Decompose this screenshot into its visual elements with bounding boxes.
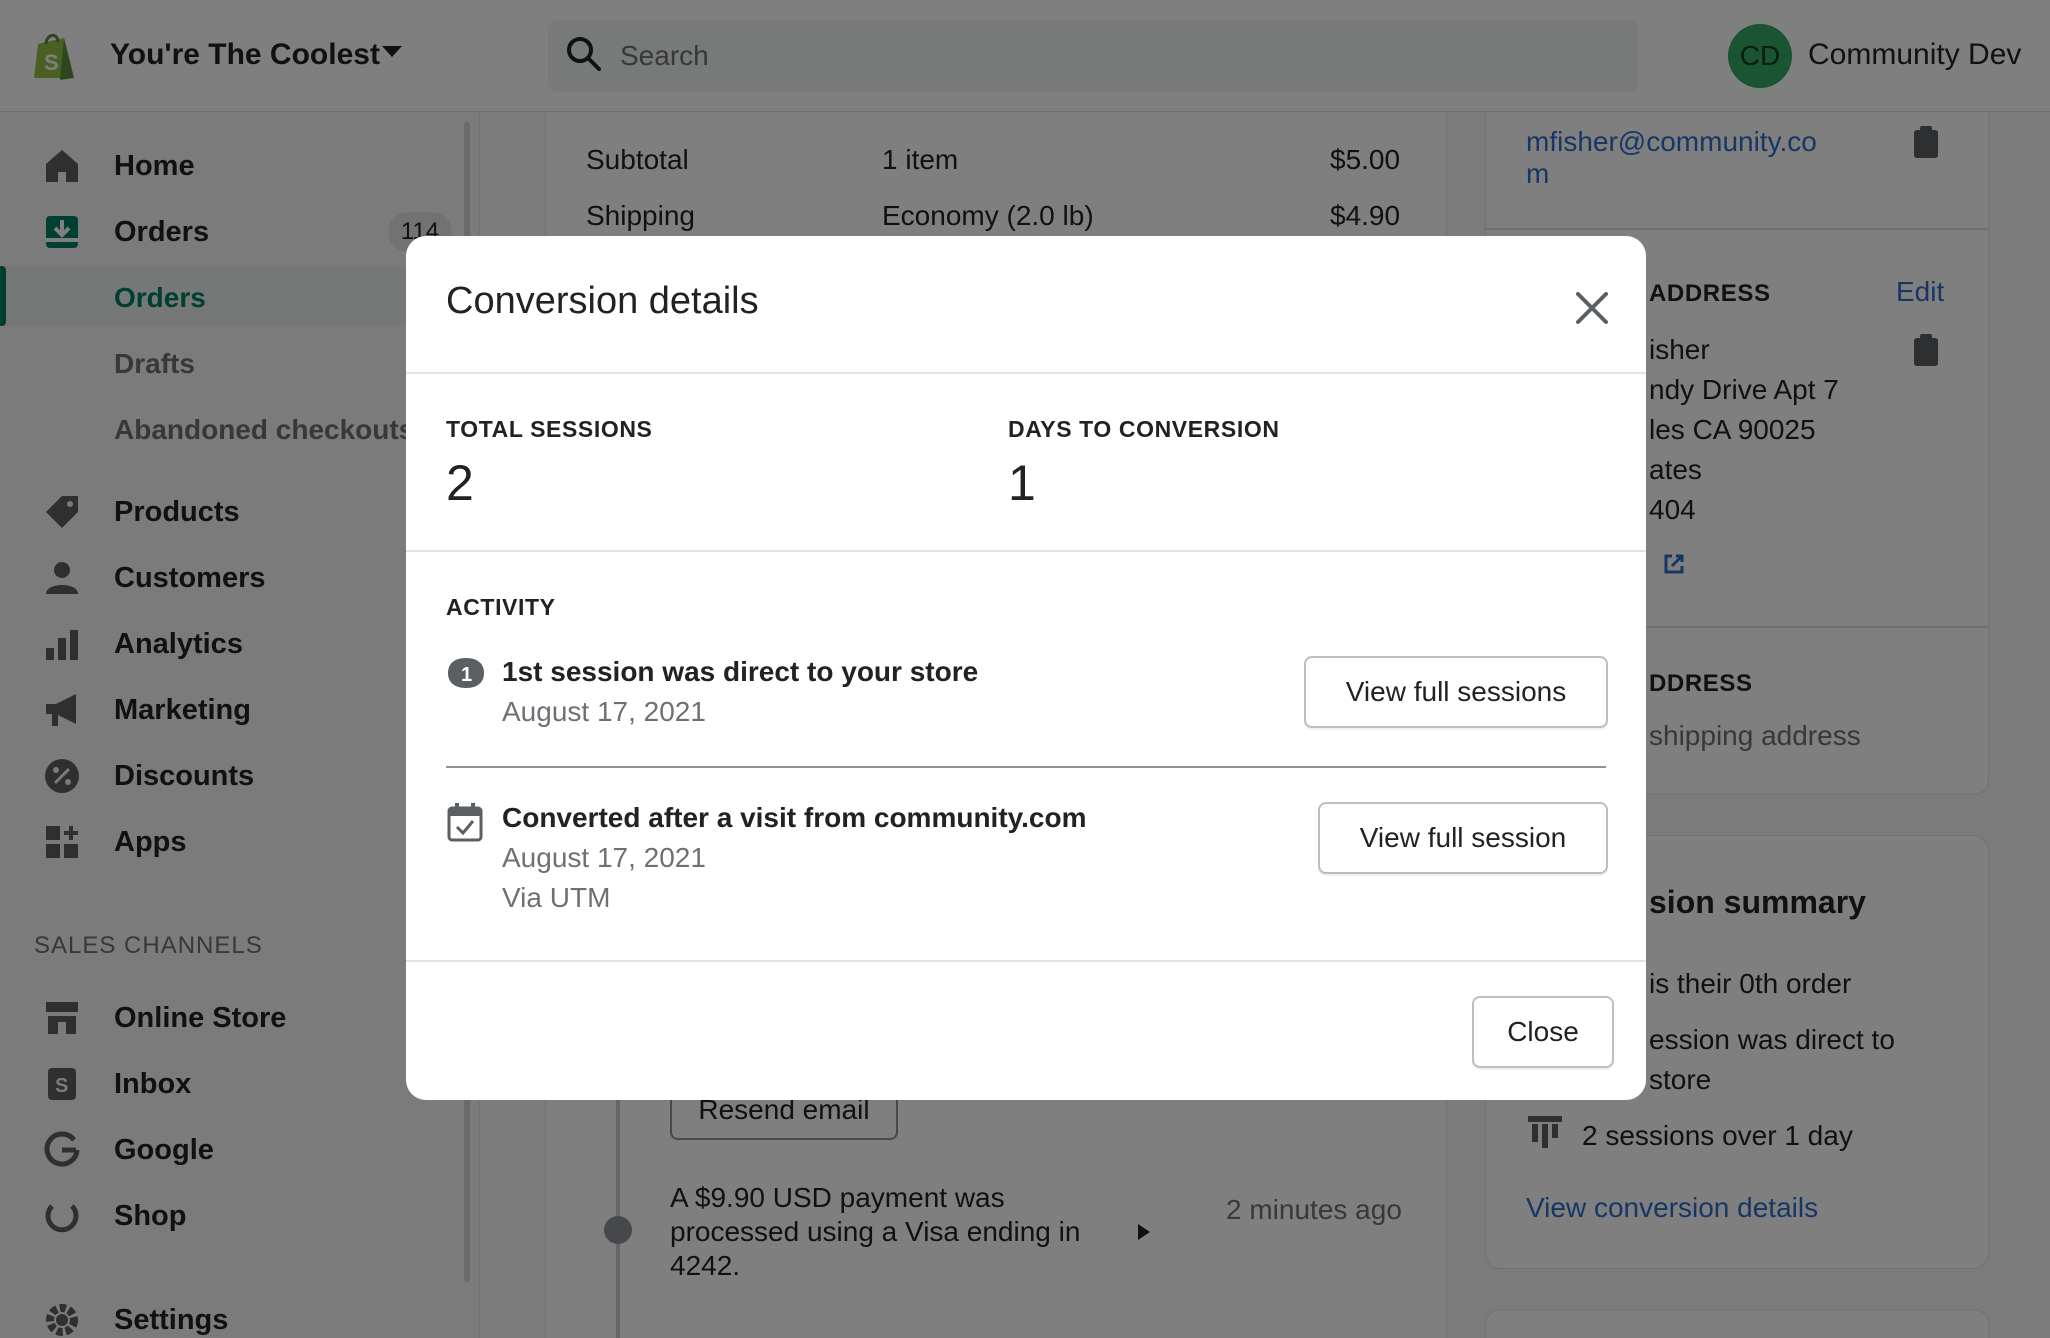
close-icon[interactable] [1564,280,1620,336]
view-full-sessions-button[interactable]: View full sessions [1304,656,1608,728]
modal-title: Conversion details [446,280,759,322]
calendar-check-icon [447,803,483,842]
activity-2-via: Via UTM [502,882,611,913]
stats-divider [406,550,1646,552]
view-full-session-button[interactable]: View full session [1318,802,1608,874]
days-to-conversion-label: DAYS TO CONVERSION [1008,416,1280,442]
activity-1-title: 1st session was direct to your store [502,656,979,687]
modal-footer-divider [406,960,1646,962]
session-number-icon: 1 [448,658,484,688]
activity-divider [446,766,1606,768]
total-sessions-label: TOTAL SESSIONS [446,416,653,442]
days-to-conversion-value: 1 [1008,455,1036,511]
activity-2-title: Converted after a visit from community.c… [502,802,1087,833]
conversion-details-modal: Conversion details TOTAL SESSIONS 2 DAYS… [406,236,1646,1100]
close-button[interactable]: Close [1472,996,1614,1068]
total-sessions-value: 2 [446,455,474,511]
svg-text:1: 1 [461,664,472,686]
activity-heading: ACTIVITY [446,594,556,620]
activity-2-date: August 17, 2021 [502,842,706,873]
modal-header-divider [406,372,1646,374]
activity-1-date: August 17, 2021 [502,696,706,727]
